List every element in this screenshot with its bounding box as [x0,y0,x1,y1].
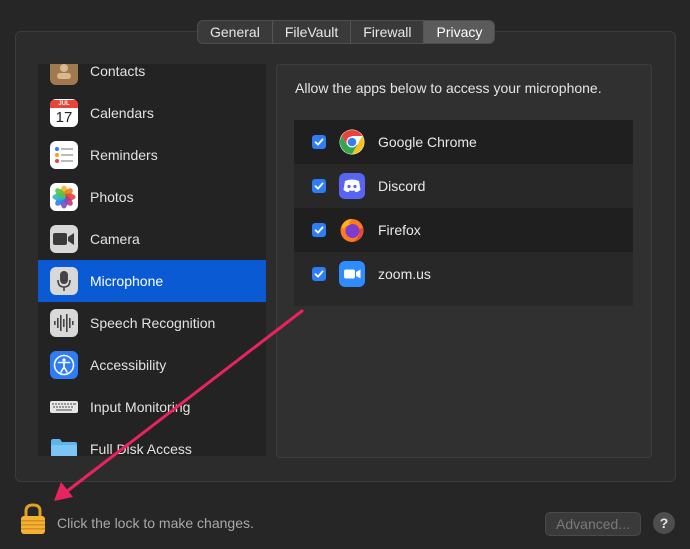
sidebar-item-label: Input Monitoring [90,399,191,415]
sidebar-item-label: Accessibility [90,357,167,373]
sidebar-item-label: Reminders [90,147,158,163]
discord-checkbox[interactable] [312,179,326,193]
app-label: Google Chrome [378,134,477,150]
keyboard-icon [50,393,78,421]
app-row-zoom[interactable]: zoom.us [294,252,633,296]
sidebar-item-photos[interactable]: Photos [38,176,266,218]
calendar-day: 17 [55,108,73,126]
photos-icon [50,183,78,211]
reminders-icon [50,141,78,169]
folder-icon [50,435,78,456]
tab-privacy[interactable]: Privacy [424,21,495,43]
discord-icon [338,172,366,200]
advanced-button[interactable]: Advanced... [545,512,641,536]
privacy-category-list[interactable]: Contacts JUL 17 Calendars Reminders Phot… [38,64,266,456]
tab-firewall[interactable]: Firewall [351,21,425,43]
sidebar-item-label: Calendars [90,105,154,121]
sidebar-item-accessibility[interactable]: Accessibility [38,344,266,386]
firefox-checkbox[interactable] [312,223,326,237]
sidebar-item-reminders[interactable]: Reminders [38,134,266,176]
app-label: Discord [378,178,426,194]
microphone-icon [50,267,78,295]
app-list[interactable]: Google Chrome Discord Firefox zoom.us [294,120,633,306]
lock-icon[interactable] [19,503,47,535]
sidebar-item-camera[interactable]: Camera [38,218,266,260]
sidebar-item-speech-recognition[interactable]: Speech Recognition [38,302,266,344]
sidebar-item-label: Full Disk Access [90,441,192,456]
chrome-icon [338,128,366,156]
contacts-icon [50,64,78,85]
accessibility-icon [50,351,78,379]
lock-instruction-text: Click the lock to make changes. [57,515,254,531]
firefox-icon [338,216,366,244]
sidebar-item-label: Speech Recognition [90,315,216,331]
tab-general[interactable]: General [198,21,273,43]
speech-waveform-icon [50,309,78,337]
permission-heading: Allow the apps below to access your micr… [295,80,602,96]
sidebar-item-full-disk-access[interactable]: Full Disk Access [38,428,266,456]
google-chrome-checkbox[interactable] [312,135,326,149]
app-label: Firefox [378,222,421,238]
zoom-icon [338,260,366,288]
camera-icon [50,225,78,253]
sidebar-item-calendars[interactable]: JUL 17 Calendars [38,92,266,134]
sidebar-item-contacts[interactable]: Contacts [38,64,266,92]
tab-bar: General FileVault Firewall Privacy [197,20,496,44]
sidebar-item-label: Camera [90,231,140,247]
app-label: zoom.us [378,266,431,282]
app-permission-panel: Allow the apps below to access your micr… [276,64,652,458]
calendar-month: JUL [50,99,78,108]
app-row-firefox[interactable]: Firefox [294,208,633,252]
zoom-checkbox[interactable] [312,267,326,281]
tab-filevault[interactable]: FileVault [273,21,352,43]
sidebar-item-label: Microphone [90,273,164,289]
app-row-discord[interactable]: Discord [294,164,633,208]
sidebar-item-label: Photos [90,189,134,205]
sidebar-item-label: Contacts [90,64,146,79]
app-row-google-chrome[interactable]: Google Chrome [294,120,633,164]
sidebar-item-microphone[interactable]: Microphone [38,260,266,302]
sidebar-item-input-monitoring[interactable]: Input Monitoring [38,386,266,428]
calendar-icon: JUL 17 [50,99,78,127]
help-button[interactable]: ? [653,512,675,534]
